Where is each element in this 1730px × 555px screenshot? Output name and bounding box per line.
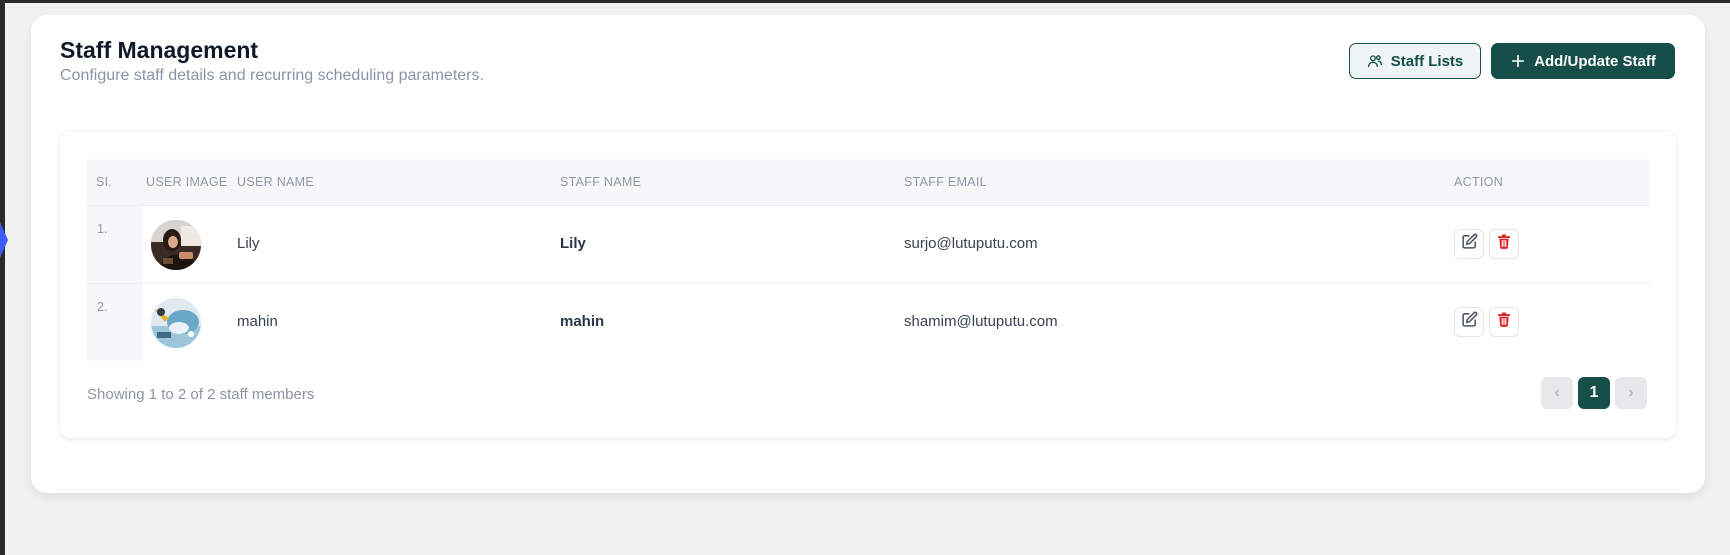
pagination-summary: Showing 1 to 2 of 2 staff members [87, 386, 315, 403]
staff-email: surjo@lutuputu.com [904, 235, 1038, 252]
plus-icon [1510, 53, 1526, 69]
left-rail [0, 0, 5, 555]
staff-email: shamim@lutuputu.com [904, 313, 1058, 330]
page-title: Staff Management [60, 37, 259, 63]
sidebar-toggle-tab[interactable] [0, 222, 8, 258]
delete-button[interactable] [1489, 307, 1519, 337]
column-header-staff-email: STAFF EMAIL [904, 175, 987, 189]
edit-button[interactable] [1454, 307, 1484, 337]
table-header: SI. USER IMAGE USER NAME STAFF NAME STAF… [87, 159, 1650, 206]
top-strip [0, 0, 1730, 3]
delete-button[interactable] [1489, 229, 1519, 259]
sl-cell: 2. [87, 284, 142, 361]
pagination-prev-button[interactable]: ‹ [1541, 377, 1573, 409]
column-header-sl: SI. [96, 175, 113, 189]
column-header-user-image: USER IMAGE [146, 175, 228, 189]
column-header-user-name: USER NAME [237, 175, 315, 189]
chevron-right-icon: › [1628, 384, 1634, 401]
pagination-next-button[interactable]: › [1615, 377, 1647, 409]
edit-icon [1461, 311, 1478, 333]
user-name: mahin [237, 313, 278, 330]
page-subtitle: Configure staff details and recurring sc… [60, 67, 484, 84]
edit-icon [1461, 233, 1478, 255]
chevron-left-icon: ‹ [1554, 384, 1560, 401]
users-icon [1367, 53, 1383, 69]
sl-cell: 1. [87, 206, 142, 283]
trash-icon [1496, 233, 1512, 255]
staff-management-panel: Staff Management Configure staff details… [31, 15, 1705, 493]
page-number: 1 [1589, 384, 1599, 401]
edit-button[interactable] [1454, 229, 1484, 259]
staff-table-card: SI. USER IMAGE USER NAME STAFF NAME STAF… [60, 132, 1676, 438]
staff-lists-button[interactable]: Staff Lists [1349, 43, 1481, 79]
staff-name: mahin [560, 313, 605, 330]
pagination-page-1[interactable]: 1 [1578, 377, 1610, 409]
screen: Staff Management Configure staff details… [0, 0, 1730, 555]
row-serial: 1. [97, 222, 108, 236]
table-row: 1. Lily Lily surjo@lutuputu.com [87, 206, 1650, 284]
row-serial: 2. [97, 300, 108, 314]
staff-lists-label: Staff Lists [1390, 52, 1464, 70]
add-update-staff-button[interactable]: Add/Update Staff [1491, 43, 1675, 79]
avatar [151, 298, 201, 348]
add-update-staff-label: Add/Update Staff [1534, 52, 1656, 70]
avatar [151, 220, 201, 270]
staff-name: Lily [560, 235, 586, 252]
table-row: 2. mahin mahin shamim@lutuputu.com [87, 284, 1650, 361]
user-name: Lily [237, 235, 260, 252]
staff-table: SI. USER IMAGE USER NAME STAFF NAME STAF… [87, 159, 1650, 361]
column-header-staff-name: STAFF NAME [560, 175, 642, 189]
column-header-action: ACTION [1454, 175, 1504, 189]
trash-icon [1496, 311, 1512, 333]
